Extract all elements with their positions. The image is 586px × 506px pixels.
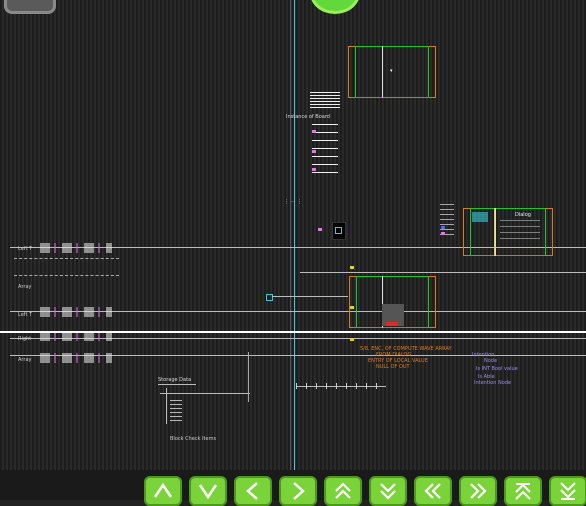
group-items <box>170 400 182 422</box>
down-arrow-icon <box>198 484 218 500</box>
guide-line <box>290 0 291 470</box>
playhead-line[interactable] <box>294 0 295 470</box>
crosshair-icon: ⋮ ⋯ ⋮ <box>284 199 303 205</box>
double-down-arrow-icon <box>380 483 396 500</box>
row-label: Array <box>18 284 32 290</box>
group-underline <box>158 384 196 385</box>
jump-top-button[interactable] <box>504 476 542 506</box>
blue-marker <box>441 226 445 229</box>
jump-bottom-button[interactable] <box>549 476 586 506</box>
pink-marker <box>312 168 316 171</box>
jump-bottom-icon <box>560 482 576 500</box>
double-right-arrow-icon <box>470 483 487 499</box>
track-line <box>14 258 119 260</box>
pink-marker <box>312 130 316 133</box>
yellow-marker <box>350 266 354 269</box>
left-arrow-icon <box>246 482 258 500</box>
up-arrow-icon <box>153 482 173 498</box>
node-divider <box>382 46 383 98</box>
double-up-arrow-icon <box>335 482 351 499</box>
page-down-button[interactable] <box>369 476 407 506</box>
orange-note: NULL OF OUT <box>376 364 410 370</box>
move-left-button[interactable] <box>234 476 272 506</box>
row-label: Array <box>18 357 32 363</box>
top-left-button[interactable] <box>4 0 56 14</box>
jump-top-icon <box>515 483 531 500</box>
purple-note: Node <box>484 358 498 364</box>
row-label: Right <box>18 336 32 342</box>
data-cluster <box>40 333 112 341</box>
page-left-button[interactable] <box>414 476 452 506</box>
track-line <box>14 275 119 277</box>
node-divider <box>495 208 496 256</box>
node-marker: ▾ <box>390 68 393 74</box>
move-down-button[interactable] <box>189 476 227 506</box>
dialog-title: Dialog <box>515 212 531 218</box>
group-label: Storage Data <box>158 377 192 383</box>
page-up-button[interactable] <box>324 476 362 506</box>
move-right-button[interactable] <box>279 476 317 506</box>
move-up-button[interactable] <box>144 476 182 506</box>
purple-note: Is INT Bool value <box>476 366 518 372</box>
pink-marker <box>441 232 445 235</box>
pink-marker <box>318 228 322 231</box>
selected-item-marker <box>335 227 342 234</box>
yellow-marker <box>350 306 354 309</box>
row-label: Left T <box>18 312 33 318</box>
node-red-block <box>386 322 398 326</box>
data-cluster <box>40 353 112 363</box>
bottom-note: Block Check Items <box>170 436 217 442</box>
group-line <box>160 393 250 394</box>
group-vline <box>166 388 167 424</box>
instance-label: Instance of Board <box>286 114 330 120</box>
purple-note: Intention Node <box>474 380 512 386</box>
row-label: Left T <box>18 246 33 252</box>
page-right-button[interactable] <box>459 476 497 506</box>
timeline-ticks <box>296 383 386 389</box>
item-stack <box>310 92 340 110</box>
pink-marker <box>312 150 316 153</box>
connector-line <box>272 296 348 297</box>
right-arrow-icon <box>293 482 305 500</box>
data-cluster <box>40 243 112 253</box>
data-cluster <box>40 307 112 317</box>
double-left-arrow-icon <box>424 483 441 499</box>
track-line <box>300 272 586 273</box>
node-highlight <box>472 212 488 222</box>
marker-line <box>248 352 249 402</box>
node-yellow-marker <box>494 208 495 256</box>
yellow-marker <box>350 338 354 341</box>
dialog-content <box>500 220 540 242</box>
